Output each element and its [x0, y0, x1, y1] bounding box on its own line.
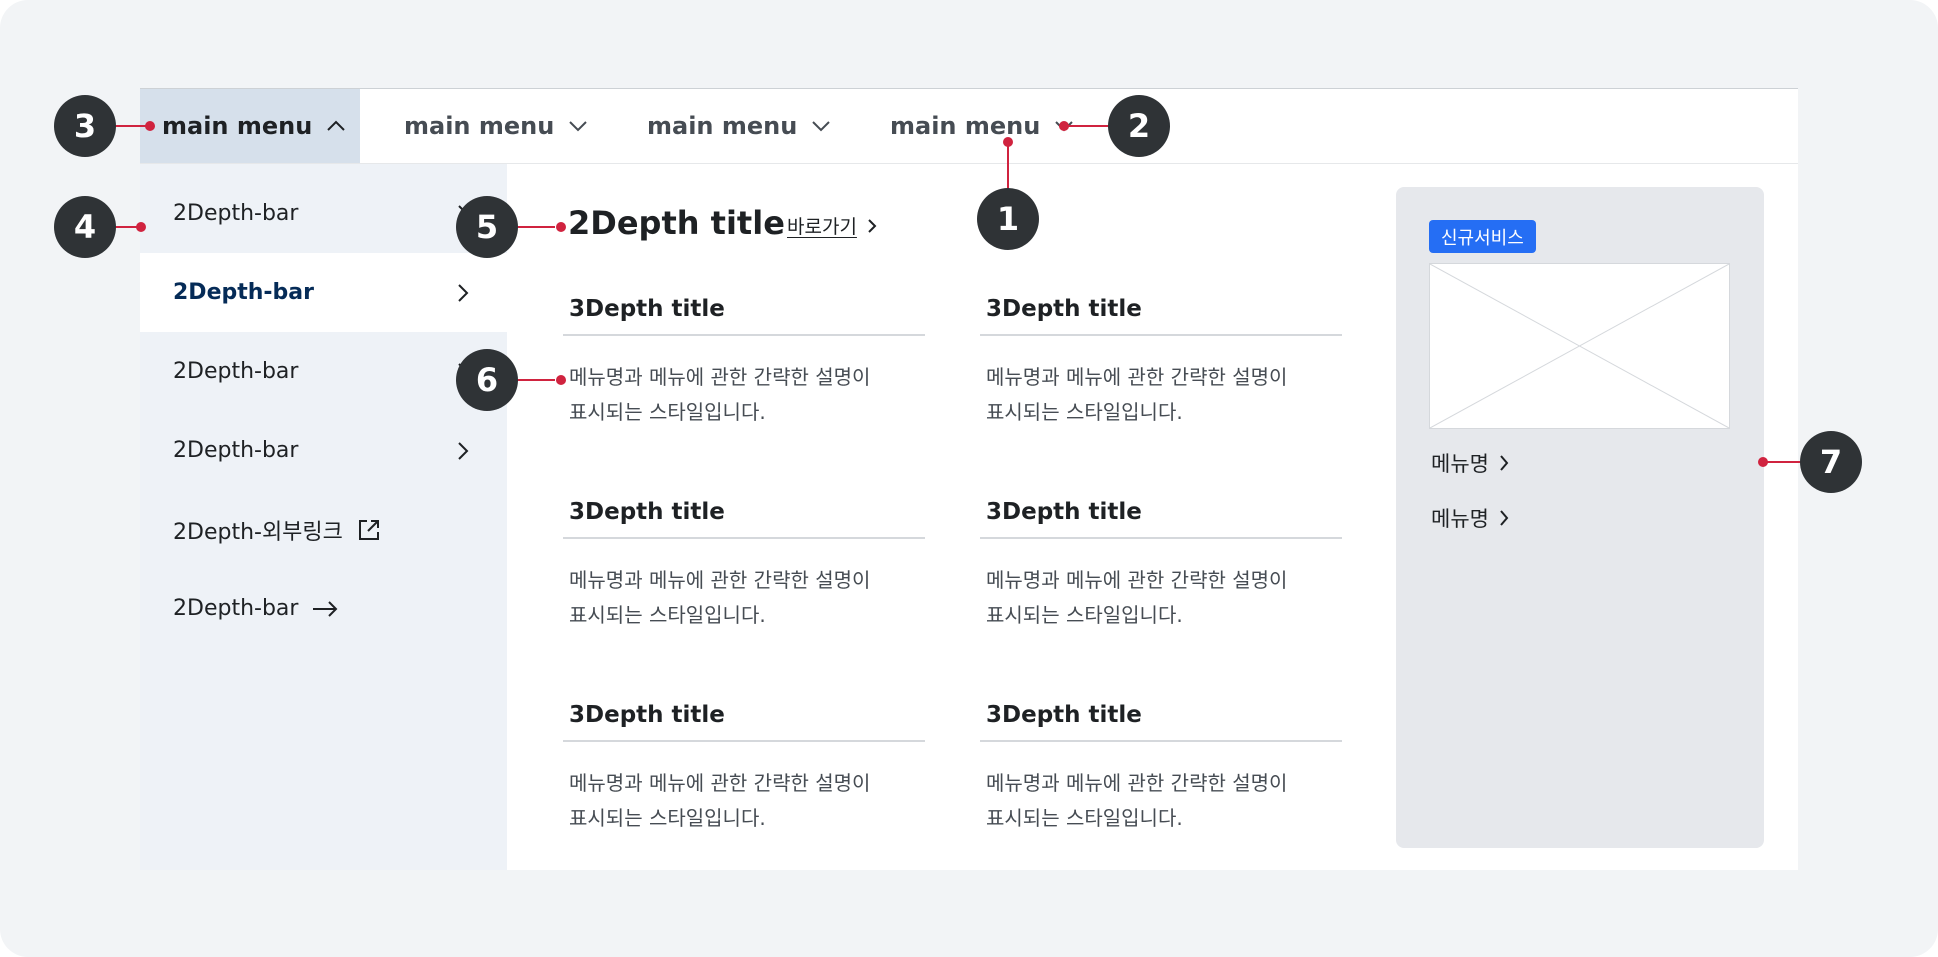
sidebar-item-external[interactable]: 2Depth-외부링크 — [140, 490, 507, 569]
annotation-marker-2: 2 — [1108, 95, 1170, 157]
depth3-description: 메뉴명과 메뉴에 관한 간략한 설명이 표시되는 스타일입니다. — [980, 766, 1342, 836]
description-line: 메뉴명과 메뉴에 관한 간략한 설명이 — [986, 365, 1288, 389]
sidebar-item-label: 2Depth-bar — [173, 359, 299, 384]
banner-panel: 신규서비스 메뉴명 메뉴명 — [1396, 187, 1764, 848]
description-line: 메뉴명과 메뉴에 관한 간략한 설명이 — [986, 568, 1288, 592]
depth2-title: 2Depth title — [568, 204, 785, 242]
depth2-sidebar: 2Depth-bar 2Depth-bar 2Depth-bar 2Depth-… — [140, 164, 507, 870]
description-line: 메뉴명과 메뉴에 관한 간략한 설명이 — [569, 568, 871, 592]
description-line: 표시되는 스타일입니다. — [986, 400, 1183, 424]
panel-menu-link[interactable]: 메뉴명 — [1431, 503, 1509, 533]
depth3-description: 메뉴명과 메뉴에 관한 간략한 설명이 표시되는 스타일입니다. — [563, 360, 925, 430]
depth3-title: 3Depth title — [563, 284, 925, 336]
description-line: 표시되는 스타일입니다. — [569, 806, 766, 830]
annotation-leader-line — [1007, 142, 1009, 190]
placeholder-cross-icon — [1430, 264, 1729, 428]
description-line: 메뉴명과 메뉴에 관한 간략한 설명이 — [569, 771, 871, 795]
image-placeholder — [1429, 263, 1730, 429]
chevron-right-icon — [1499, 509, 1509, 527]
chevron-down-icon — [811, 120, 831, 132]
annotation-dot — [1003, 137, 1013, 147]
sidebar-item-label: 2Depth-bar — [173, 201, 299, 226]
annotation-marker-3: 3 — [54, 95, 116, 157]
annotation-dot — [556, 222, 566, 232]
annotation-dot — [556, 375, 566, 385]
annotation-marker-7: 7 — [1800, 431, 1862, 493]
sidebar-item-label: 2Depth-bar — [173, 596, 299, 621]
panel-menu-label: 메뉴명 — [1431, 452, 1489, 476]
depth3-description: 메뉴명과 메뉴에 관한 간략한 설명이 표시되는 스타일입니다. — [980, 360, 1342, 430]
main-menu-label: main menu — [647, 112, 798, 140]
depth3-description: 메뉴명과 메뉴에 관한 간략한 설명이 표시되는 스타일입니다. — [980, 563, 1342, 633]
chevron-down-icon — [568, 120, 588, 132]
main-menu-label: main menu — [890, 112, 1041, 140]
arrow-right-icon — [312, 600, 338, 617]
description-line: 메뉴명과 메뉴에 관한 간략한 설명이 — [569, 365, 871, 389]
annotation-dot — [145, 121, 155, 131]
sidebar-item-label: 2Depth-bar — [173, 438, 299, 463]
depth3-description: 메뉴명과 메뉴에 관한 간략한 설명이 표시되는 스타일입니다. — [563, 766, 925, 836]
depth3-title: 3Depth title — [563, 690, 925, 742]
depth3-card[interactable]: 3Depth title 메뉴명과 메뉴에 관한 간략한 설명이 표시되는 스타… — [980, 487, 1342, 633]
sidebar-item-2[interactable]: 2Depth-bar — [140, 253, 507, 332]
description-line: 표시되는 스타일입니다. — [986, 603, 1183, 627]
depth3-card[interactable]: 3Depth title 메뉴명과 메뉴에 관한 간략한 설명이 표시되는 스타… — [563, 487, 925, 633]
sidebar-item-label: 2Depth-외부링크 — [173, 519, 343, 545]
sidebar-item-label: 2Depth-bar — [173, 280, 314, 305]
main-menu-item-4[interactable]: main menu — [890, 89, 1074, 163]
sidebar-item-6[interactable]: 2Depth-bar — [140, 569, 507, 648]
panel-menu-link[interactable]: 메뉴명 — [1431, 448, 1509, 478]
description-line: 메뉴명과 메뉴에 관한 간략한 설명이 — [986, 771, 1288, 795]
depth3-card[interactable]: 3Depth title 메뉴명과 메뉴에 관한 간략한 설명이 표시되는 스타… — [980, 284, 1342, 430]
annotation-marker-5: 5 — [456, 196, 518, 258]
annotation-marker-4: 4 — [54, 196, 116, 258]
main-menu-item-3[interactable]: main menu — [647, 89, 831, 163]
new-service-badge: 신규서비스 — [1429, 220, 1536, 253]
depth3-card[interactable]: 3Depth title 메뉴명과 메뉴에 관한 간략한 설명이 표시되는 스타… — [980, 690, 1342, 836]
main-menu-label: main menu — [162, 112, 313, 140]
panel-menu-label: 메뉴명 — [1431, 507, 1489, 531]
annotation-leader-line — [1064, 125, 1114, 127]
shortcut-label: 바로가기 — [787, 216, 857, 238]
depth3-card[interactable]: 3Depth title 메뉴명과 메뉴에 관한 간략한 설명이 표시되는 스타… — [563, 690, 925, 836]
description-line: 표시되는 스타일입니다. — [569, 400, 766, 424]
external-link-icon — [357, 518, 381, 542]
shortcut-link[interactable]: 바로가기 — [787, 212, 877, 239]
depth3-title: 3Depth title — [563, 487, 925, 539]
chevron-right-icon — [867, 218, 877, 234]
annotation-leader-line — [515, 226, 555, 228]
chevron-right-icon — [457, 283, 469, 303]
annotation-marker-6: 6 — [456, 349, 518, 411]
mega-menu-frame: main menu main menu main menu main menu — [140, 88, 1798, 870]
main-menu-item-2[interactable]: main menu — [404, 89, 588, 163]
depth3-title: 3Depth title — [980, 690, 1342, 742]
annotation-leader-line — [1765, 461, 1805, 463]
main-navigation: main menu main menu main menu main menu — [140, 89, 1798, 164]
annotation-dot — [1758, 457, 1768, 467]
chevron-up-icon — [326, 120, 346, 132]
description-line: 표시되는 스타일입니다. — [986, 806, 1183, 830]
sidebar-item-3[interactable]: 2Depth-bar — [140, 332, 507, 411]
annotation-leader-line — [515, 379, 555, 381]
chevron-right-icon — [1499, 454, 1509, 472]
chevron-right-icon — [457, 441, 469, 461]
description-line: 표시되는 스타일입니다. — [569, 603, 766, 627]
depth3-card[interactable]: 3Depth title 메뉴명과 메뉴에 관한 간략한 설명이 표시되는 스타… — [563, 284, 925, 430]
annotation-dot — [1059, 121, 1069, 131]
depth3-description: 메뉴명과 메뉴에 관한 간략한 설명이 표시되는 스타일입니다. — [563, 563, 925, 633]
main-menu-label: main menu — [404, 112, 555, 140]
annotation-marker-1: 1 — [977, 188, 1039, 250]
sidebar-item-1[interactable]: 2Depth-bar — [140, 174, 507, 253]
sidebar-item-4[interactable]: 2Depth-bar — [140, 411, 507, 490]
depth3-title: 3Depth title — [980, 284, 1342, 336]
main-menu-item-1[interactable]: main menu — [140, 89, 360, 163]
annotation-dot — [136, 222, 146, 232]
depth3-title: 3Depth title — [980, 487, 1342, 539]
